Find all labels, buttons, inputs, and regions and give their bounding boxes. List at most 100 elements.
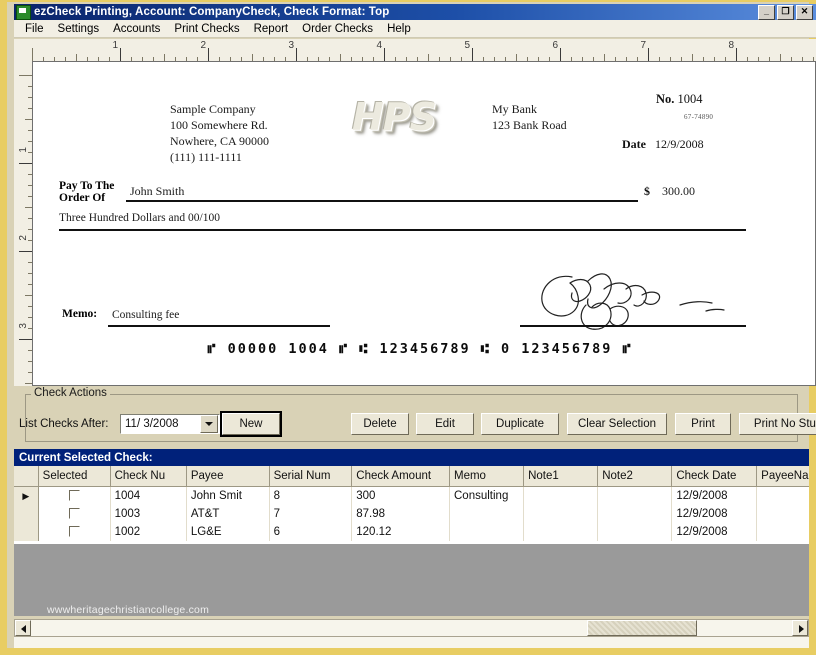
cell-memo[interactable] [449,505,525,523]
check-number-value: 1004 [677,92,703,106]
cell-check-number[interactable]: 1004 [110,486,187,505]
checkbox-icon[interactable] [68,508,80,520]
cell-check-date[interactable]: 12/9/2008 [671,505,758,523]
horizontal-ruler-mark: 2 [200,40,206,51]
list-checks-after-value: 11/ 3/2008 [125,418,179,430]
edit-button[interactable]: Edit [416,413,474,435]
menu-item-settings[interactable]: Settings [51,22,107,36]
duplicate-button[interactable]: Duplicate [481,413,559,435]
cell-payee-name[interactable] [756,505,809,523]
checks-table: Selected Check Nu Payee Serial Num Check Amo… [14,466,809,541]
date-value: 12/9/2008 [655,137,704,151]
menu-item-accounts[interactable]: Accounts [106,22,167,36]
bank-address: 123 Bank Road [492,118,567,132]
maximize-button[interactable]: ❐ [777,4,794,20]
cell-check-number[interactable]: 1003 [110,505,187,523]
checks-grid[interactable]: Selected Check Nu Payee Serial Num Check Amo… [14,466,809,545]
row-selector[interactable] [14,523,39,541]
menu-item-file[interactable]: File [18,22,51,36]
app-icon [16,4,31,20]
arrow-right-icon[interactable] [792,620,808,636]
menu-item-order-checks[interactable]: Order Checks [295,22,380,36]
print-no-stubs-button[interactable]: Print No Stubs [739,413,816,435]
column-header-memo[interactable]: Memo [449,466,525,487]
check-preview-canvas[interactable]: Sample Company 100 Somewhere Rd. Nowhere… [32,61,816,386]
status-strip [14,637,809,648]
vertical-ruler-mark: 3 [18,323,29,329]
column-header-note1[interactable]: Note1 [523,466,599,487]
cell-note1[interactable] [523,523,599,541]
column-header-check-date[interactable]: Check Date [671,466,758,487]
column-header-check-nu[interactable]: Check Nu [110,466,187,487]
menu-item-report[interactable]: Report [247,22,296,36]
checkbox-icon[interactable] [68,526,80,538]
close-button[interactable]: ✕ [796,4,813,20]
cell-note2[interactable] [597,505,673,523]
print-button[interactable]: Print [675,413,731,435]
cell-note2[interactable] [597,486,673,505]
date-block: Date 12/9/2008 [622,137,704,152]
table-row[interactable]: 1003 AT&T 7 87.98 12/9/2008 [14,505,809,523]
minimize-button[interactable]: _ [758,4,775,20]
row-selector[interactable] [14,505,39,523]
cell-check-amount[interactable]: 120.12 [351,523,450,541]
cell-note1[interactable] [523,486,599,505]
row-selected-checkbox[interactable] [38,486,111,505]
column-header-note2[interactable]: Note2 [597,466,673,487]
vertical-ruler-mark: 1 [18,147,29,153]
arrow-left-icon[interactable] [15,620,31,636]
cell-serial-num[interactable]: 8 [269,486,353,505]
amount-in-words: Three Hundred Dollars and 00/100 [59,212,220,224]
column-header-payeename[interactable]: PayeeName [756,466,809,487]
horizontal-ruler-mark: 1 [112,40,118,51]
horizontal-ruler: 1 2 3 4 5 6 7 8 [14,39,816,62]
scrollbar-track[interactable] [31,620,792,636]
chevron-down-icon[interactable] [200,415,218,433]
application-window: ezCheck Printing, Account: CompanyCheck,… [0,0,816,655]
scrollbar-thumb[interactable] [587,620,697,636]
delete-button[interactable]: Delete [351,413,409,435]
table-row[interactable]: ▶ 1004 John Smit 8 300 Consulting 12/9/2008 [14,486,809,505]
signature-rule [520,325,746,327]
window-controls: _ ❐ ✕ [758,4,816,20]
cell-serial-num[interactable]: 6 [269,523,353,541]
routing-fraction: 67-74890 [684,113,714,121]
cell-check-amount[interactable]: 87.98 [351,505,450,523]
cell-payee-name[interactable] [756,486,809,505]
horizontal-ruler-mark: 6 [552,40,558,51]
check-number-label: No. [656,92,675,106]
column-header-check-amount[interactable]: Check Amount [351,466,450,487]
row-selected-checkbox[interactable] [38,523,111,541]
column-header-serial-num[interactable]: Serial Num [269,466,353,487]
cell-payee-name[interactable] [756,523,809,541]
row-selector[interactable]: ▶ [14,486,39,505]
grid-horizontal-scrollbar[interactable] [14,619,809,637]
cell-check-number[interactable]: 1002 [110,523,187,541]
cell-note2[interactable] [597,523,673,541]
table-row[interactable]: 1002 LG&E 6 120.12 12/9/2008 [14,523,809,541]
new-button[interactable]: New [220,411,282,437]
column-header-payee[interactable]: Payee [186,466,270,487]
list-checks-after-datepicker[interactable]: 11/ 3/2008 [120,414,220,434]
row-selected-checkbox[interactable] [38,505,111,523]
menu-item-print-checks[interactable]: Print Checks [167,22,246,36]
cell-memo[interactable]: Consulting [449,486,525,505]
cell-payee[interactable]: John Smit [186,486,270,505]
menu-item-help[interactable]: Help [380,22,418,36]
horizontal-ruler-mark: 3 [288,40,294,51]
cell-check-date[interactable]: 12/9/2008 [671,486,758,505]
cell-note1[interactable] [523,505,599,523]
cell-payee[interactable]: AT&T [186,505,270,523]
memo-rule [108,325,330,327]
cell-serial-num[interactable]: 7 [269,505,353,523]
clear-selection-button[interactable]: Clear Selection [567,413,667,435]
cell-memo[interactable] [449,523,525,541]
cell-check-date[interactable]: 12/9/2008 [671,523,758,541]
cell-payee[interactable]: LG&E [186,523,270,541]
column-header-selected[interactable]: Selected [38,466,111,487]
cell-check-amount[interactable]: 300 [351,486,450,505]
checkbox-icon[interactable] [68,490,80,502]
pay-to-the-order-of-label: Pay To The Order Of [59,180,114,204]
current-selected-check-bar: Current Selected Check: [14,449,809,466]
company-phone: (111) 111-1111 [170,150,242,164]
